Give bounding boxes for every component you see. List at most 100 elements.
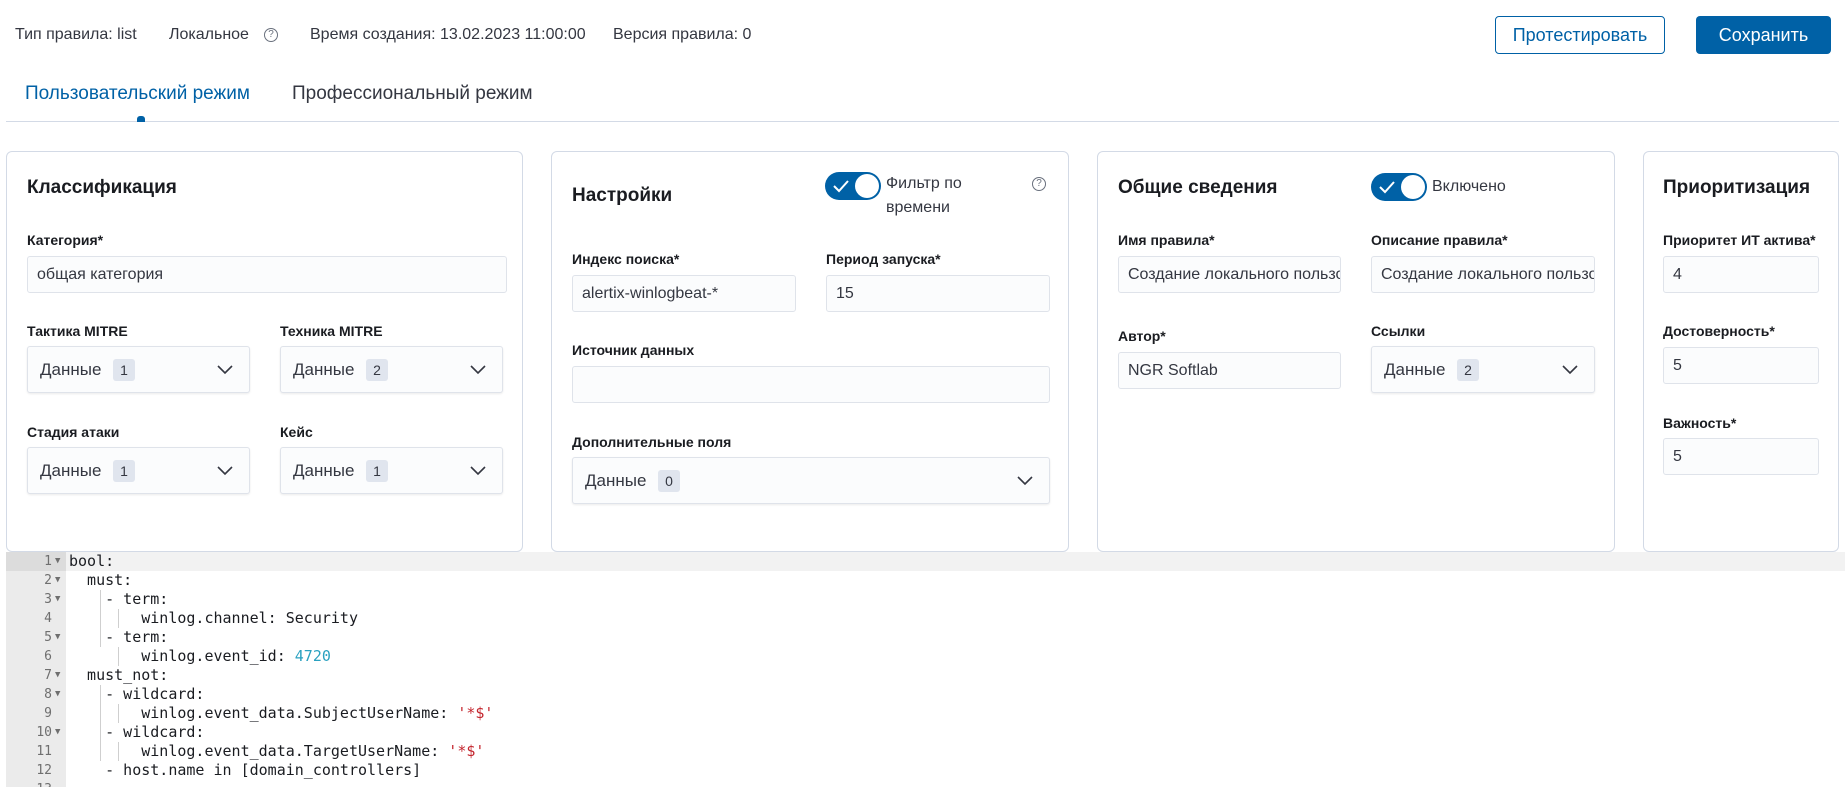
- header-bar: Тип правила: list Локальное ? Время созд…: [0, 0, 1845, 72]
- fold-arrow-icon[interactable]: ▼: [55, 571, 60, 590]
- author-field[interactable]: NGR Softlab: [1118, 352, 1341, 389]
- rule-name-label: Имя правила*: [1118, 232, 1215, 248]
- index-label: Индекс поиска*: [572, 251, 680, 267]
- source-field[interactable]: [572, 366, 1050, 403]
- code-line[interactable]: 13: [6, 780, 1845, 787]
- technique-label: Техника MITRE: [280, 323, 383, 339]
- line-number: 11: [36, 744, 52, 759]
- chevron-down-icon: [470, 365, 486, 375]
- stage-label: Стадия атаки: [27, 424, 120, 440]
- case-select[interactable]: Данные 1: [280, 447, 503, 494]
- mode-tabs: Пользовательский режим Профессиональный …: [6, 72, 1839, 122]
- stage-select[interactable]: Данные 1: [27, 447, 250, 494]
- extra-fields-select[interactable]: Данные 0: [572, 457, 1050, 504]
- code-text: winlog.event_id: 4720: [69, 647, 331, 665]
- category-field[interactable]: общая категория: [27, 256, 507, 293]
- line-number: 4: [44, 611, 52, 626]
- code-text: must:: [69, 571, 133, 589]
- author-label: Автор*: [1118, 328, 1166, 344]
- query-code-editor[interactable]: 1 ▼ bool: 2 ▼ must: 3 ▼ - term: 4 winlog.channe…: [6, 552, 1845, 787]
- links-select[interactable]: Данные 2: [1371, 346, 1595, 393]
- active-tab-indicator: [137, 116, 145, 122]
- check-icon: [833, 180, 849, 193]
- fold-arrow-icon[interactable]: ▼: [55, 590, 60, 609]
- code-line[interactable]: 10 ▼ - wildcard:: [6, 723, 1845, 742]
- line-number: 13: [6, 780, 66, 787]
- extra-fields-select-text: Данные: [585, 471, 647, 490]
- tactic-select[interactable]: Данные 1: [27, 346, 250, 393]
- chevron-down-icon: [217, 466, 233, 476]
- case-count-badge: 1: [366, 460, 388, 482]
- chevron-down-icon: [217, 365, 233, 375]
- links-select-text: Данные: [1384, 360, 1446, 379]
- source-label: Источник данных: [572, 342, 695, 358]
- code-text: - wildcard:: [69, 685, 205, 703]
- code-line[interactable]: 9 winlog.event_data.SubjectUserName: '*$…: [6, 704, 1845, 723]
- code-line[interactable]: 6 winlog.event_id: 4720: [6, 647, 1845, 666]
- code-line[interactable]: 4 winlog.channel: Security: [6, 609, 1845, 628]
- category-label: Категория*: [27, 232, 104, 248]
- locality-text: Локальное: [169, 26, 249, 43]
- indent-guide: [118, 609, 119, 628]
- fold-arrow-icon[interactable]: ▼: [55, 628, 60, 647]
- period-field[interactable]: 15: [826, 275, 1050, 312]
- test-button[interactable]: Протестировать: [1495, 16, 1665, 54]
- time-filter-toggle[interactable]: [825, 172, 881, 200]
- asset-priority-label: Приоритет ИТ актива*: [1663, 232, 1816, 248]
- code-line[interactable]: 8 ▼ - wildcard:: [6, 685, 1845, 704]
- code-line[interactable]: 12 - host.name in [domain_controllers]: [6, 761, 1845, 780]
- code-line[interactable]: 2 ▼ must:: [6, 571, 1845, 590]
- line-number: 12: [36, 763, 52, 778]
- code-line[interactable]: 1 ▼ bool:: [6, 552, 1845, 571]
- help-icon[interactable]: ?: [264, 28, 278, 42]
- chevron-down-icon: [470, 466, 486, 476]
- help-icon[interactable]: ?: [1032, 177, 1046, 191]
- enabled-label: Включено: [1432, 178, 1506, 195]
- indent-guide: [118, 742, 119, 761]
- links-label: Ссылки: [1371, 323, 1426, 339]
- fold-arrow-icon[interactable]: ▼: [55, 552, 60, 571]
- chevron-down-icon: [1017, 476, 1033, 486]
- code-text: bool:: [69, 552, 115, 570]
- technique-count-badge: 2: [366, 359, 388, 381]
- rule-name-field[interactable]: Создание локального пользователя: [1118, 256, 1341, 293]
- technique-select[interactable]: Данные 2: [280, 346, 503, 393]
- toggle-knob: [1401, 175, 1425, 199]
- indent-guide: [100, 685, 101, 761]
- fold-arrow-icon[interactable]: ▼: [55, 685, 60, 704]
- settings-title: Настройки: [572, 185, 673, 206]
- toggle-knob: [855, 174, 879, 198]
- time-filter-label: Фильтр по: [886, 175, 962, 192]
- tactic-count-badge: 1: [113, 359, 135, 381]
- code-text: winlog.event_data.SubjectUserName: '*$': [69, 704, 494, 722]
- code-line[interactable]: 3 ▼ - term:: [6, 590, 1845, 609]
- save-button[interactable]: Сохранить: [1696, 16, 1831, 54]
- code-line[interactable]: 11 winlog.event_data.TargetUserName: '*$…: [6, 742, 1845, 761]
- tactic-label: Тактика MITRE: [27, 323, 128, 339]
- confidence-field[interactable]: 5: [1663, 347, 1819, 384]
- fold-arrow-icon[interactable]: ▼: [55, 723, 60, 742]
- enabled-toggle[interactable]: [1371, 173, 1427, 201]
- rule-desc-field[interactable]: Создание локального пользователя: [1371, 256, 1595, 293]
- priority-panel: Приоритизация Приоритет ИТ актива* 4 Дос…: [1643, 151, 1839, 552]
- tab-user-mode[interactable]: Пользовательский режим: [25, 83, 250, 105]
- code-line[interactable]: 7 ▼ must_not:: [6, 666, 1845, 685]
- line-number: 9: [44, 706, 52, 721]
- tactic-select-text: Данные: [40, 360, 102, 379]
- settings-panel: Настройки Фильтр по времени ? Индекс пои…: [551, 151, 1069, 552]
- tab-pro-mode[interactable]: Профессиональный режим: [292, 83, 533, 105]
- general-title: Общие сведения: [1118, 177, 1278, 198]
- rule-type-text: Тип правила: list: [15, 26, 137, 43]
- asset-priority-field[interactable]: 4: [1663, 256, 1819, 293]
- priority-title: Приоритизация: [1663, 177, 1811, 198]
- code-line[interactable]: 5 ▼ - term:: [6, 628, 1845, 647]
- fold-arrow-icon[interactable]: ▼: [55, 666, 60, 685]
- stage-select-text: Данные: [40, 461, 102, 480]
- confidence-label: Достоверность*: [1663, 323, 1775, 339]
- indent-guide: [118, 704, 119, 723]
- index-field[interactable]: alertix-winlogbeat-*: [572, 275, 796, 312]
- code-text: - term:: [69, 628, 169, 646]
- importance-field[interactable]: 5: [1663, 438, 1819, 475]
- time-filter-label-2: времени: [886, 199, 950, 216]
- code-text: - term:: [69, 590, 169, 608]
